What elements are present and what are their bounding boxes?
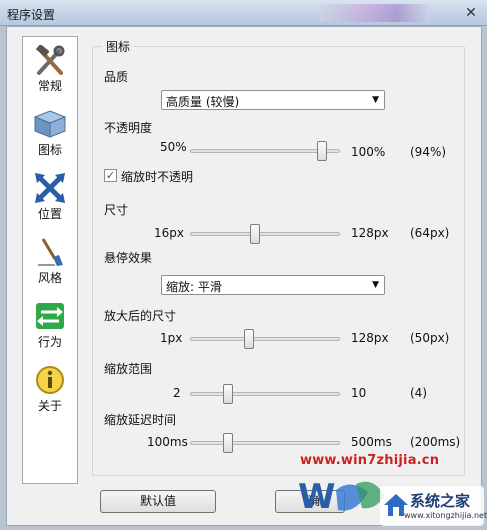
zoomed-size-slider-track[interactable] bbox=[190, 337, 340, 341]
opacity-min: 50% bbox=[160, 140, 187, 154]
zoom-range-slider-track[interactable] bbox=[190, 392, 340, 396]
site-logo: 系统之家 www.xitongzhijia.net bbox=[380, 486, 487, 526]
size-max: 128px bbox=[351, 226, 389, 240]
zoom-opaque-label: 缩放时不透明 bbox=[121, 170, 194, 184]
size-value: (64px) bbox=[410, 226, 450, 240]
sidebar-item-about[interactable]: 关于 bbox=[23, 361, 77, 423]
sidebar-item-label: 关于 bbox=[37, 399, 62, 413]
svg-text:W: W bbox=[298, 477, 336, 517]
zoom-delay-slider-track[interactable] bbox=[190, 441, 340, 445]
sidebar-item-style[interactable]: 风格 bbox=[23, 233, 77, 295]
size-label: 尺寸 bbox=[104, 203, 129, 217]
zoomed-size-value: (50px) bbox=[410, 331, 450, 345]
tools-icon bbox=[35, 45, 65, 75]
site-url: www.xitongzhijia.net bbox=[404, 511, 487, 520]
zoom-range-min: 2 bbox=[173, 386, 181, 400]
sidebar-item-position[interactable]: 位置 bbox=[23, 169, 77, 231]
background-blur bbox=[320, 4, 430, 22]
zoom-delay-label: 缩放延迟时间 bbox=[104, 413, 177, 427]
opacity-max: 100% bbox=[351, 145, 386, 159]
sidebar: 常规 图标 位置 风格 行为 关于 bbox=[22, 36, 78, 484]
close-icon[interactable]: ✕ bbox=[462, 4, 480, 22]
zoom-opaque-checkbox[interactable]: ✓ bbox=[104, 169, 117, 182]
default-values-button[interactable]: 默认值 bbox=[100, 490, 216, 513]
hover-effect-label: 悬停效果 bbox=[104, 251, 153, 265]
zoom-delay-slider-thumb[interactable] bbox=[222, 433, 233, 453]
zoom-range-slider-thumb[interactable] bbox=[222, 384, 233, 404]
sidebar-item-behavior[interactable]: 行为 bbox=[23, 297, 77, 359]
group-title: 图标 bbox=[102, 38, 135, 55]
sidebar-item-label: 图标 bbox=[37, 143, 62, 157]
window-title: 程序设置 bbox=[7, 8, 56, 22]
title-bar: 程序设置 ✕ bbox=[0, 0, 487, 26]
box-icon bbox=[33, 110, 67, 138]
zoom-range-max: 10 bbox=[351, 386, 367, 400]
opacity-label: 不透明度 bbox=[104, 121, 153, 135]
opacity-value: (94%) bbox=[410, 145, 447, 159]
zoom-delay-value: (200ms) bbox=[410, 435, 461, 449]
sidebar-item-label: 常规 bbox=[37, 79, 62, 93]
hover-effect-select-value: 缩放: 平滑 bbox=[166, 280, 222, 294]
size-min: 16px bbox=[154, 226, 184, 240]
size-slider-thumb[interactable] bbox=[249, 224, 260, 244]
sidebar-item-general[interactable]: 常规 bbox=[23, 41, 77, 103]
watermark-url: www.win7zhijia.cn bbox=[300, 453, 440, 468]
chevron-down-icon: ▼ bbox=[372, 95, 379, 105]
move-arrows-icon bbox=[35, 173, 65, 203]
size-slider-track[interactable] bbox=[190, 232, 340, 236]
win7-logo-icon: W bbox=[298, 477, 384, 517]
zoom-delay-max: 500ms bbox=[351, 435, 392, 449]
zoomed-size-min: 1px bbox=[160, 331, 183, 345]
zoomed-size-max: 128px bbox=[351, 331, 389, 345]
zoom-range-label: 缩放范围 bbox=[104, 362, 153, 376]
sidebar-item-label: 行为 bbox=[37, 335, 62, 349]
quality-label: 品质 bbox=[104, 70, 129, 84]
sidebar-item-icons[interactable]: 图标 bbox=[23, 105, 77, 167]
brush-icon bbox=[38, 238, 63, 266]
hover-effect-select[interactable]: 缩放: 平滑 ▼ bbox=[161, 275, 385, 295]
zoomed-size-label: 放大后的尺寸 bbox=[104, 309, 177, 323]
sidebar-item-label: 位置 bbox=[37, 207, 62, 221]
opacity-slider-thumb[interactable] bbox=[317, 141, 327, 161]
info-icon bbox=[36, 366, 64, 394]
chevron-down-icon: ▼ bbox=[372, 280, 379, 290]
quality-select[interactable]: 高质量 (较慢) ▼ bbox=[161, 90, 385, 110]
zoom-delay-min: 100ms bbox=[147, 435, 188, 449]
zoom-range-value: (4) bbox=[410, 386, 427, 400]
quality-select-value: 高质量 (较慢) bbox=[166, 95, 240, 109]
sidebar-item-label: 风格 bbox=[37, 271, 62, 285]
green-arrows-icon bbox=[36, 303, 64, 329]
site-name: 系统之家 bbox=[410, 492, 471, 510]
zoomed-size-slider-thumb[interactable] bbox=[243, 329, 254, 349]
